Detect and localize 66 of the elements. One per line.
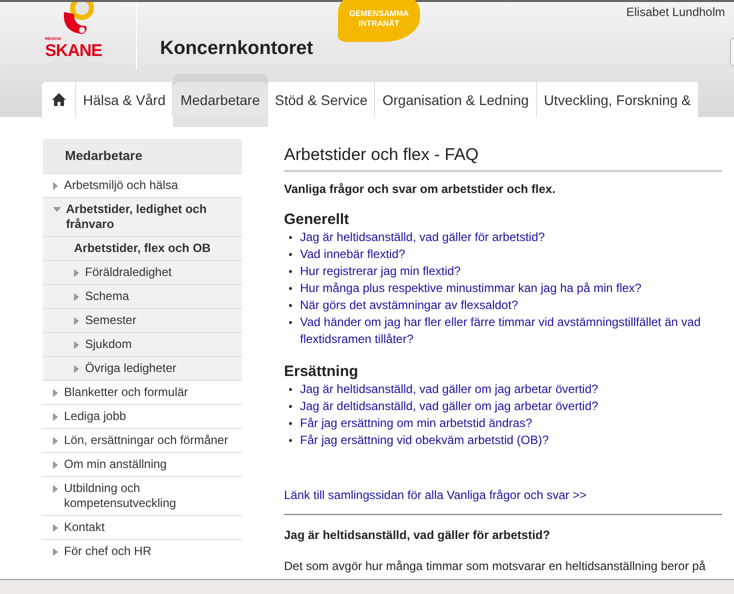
sidebar-subitem[interactable]: Sjukdom (43, 332, 242, 356)
expand-arrow-icon (53, 437, 58, 445)
home-tab[interactable] (42, 82, 76, 117)
expand-arrow-icon (53, 548, 58, 556)
faq-link[interactable]: Hur många plus respektive minustimmar kan jag ha på min flex? (300, 280, 642, 297)
faq-link[interactable]: Jag är heltidsanställd, vad gäller om jag arbetar övertid? (300, 381, 598, 398)
expand-arrow-icon (53, 524, 58, 532)
nav-tab[interactable]: Organisation & Ledning (375, 82, 537, 117)
bullet-icon (289, 270, 292, 273)
faq-link[interactable]: Får jag ersättning vid obekväm arbetstid (OB)? (300, 432, 549, 449)
faq-link[interactable]: När görs det avstämningar av flexsaldot? (300, 297, 518, 314)
nav-tab[interactable]: Hälsa & Vård (76, 82, 174, 117)
site-title: Koncernkontoret (160, 38, 314, 60)
sidebar-item[interactable]: Kontakt (43, 515, 242, 539)
nav-tab[interactable]: Utveckling, Forskning & (536, 82, 699, 117)
expand-arrow-icon (74, 365, 79, 373)
sidebar-subitem[interactable]: Arbetstider, flex och OB (43, 236, 242, 260)
logo-name-text: SKANE (45, 42, 102, 60)
sidebar-subitem[interactable]: Semester (43, 308, 242, 332)
sidebar-subitem[interactable]: Föräldraledighet (43, 260, 242, 284)
bullet-icon (289, 236, 292, 239)
bullet-icon (289, 439, 292, 442)
expand-arrow-icon (74, 293, 79, 301)
bullet-icon (289, 422, 292, 425)
expand-arrow-icon (74, 317, 79, 325)
sidebar-subitem[interactable]: Schema (43, 284, 242, 308)
bullet-icon (289, 287, 292, 290)
sidebar-item[interactable]: För chef och HR (43, 539, 242, 563)
expand-arrow-icon (53, 389, 58, 397)
bullet-icon (289, 321, 292, 324)
section-heading: Generellt (284, 211, 350, 228)
answer-text: Det som avgör hur många timmar som motsvarar en heltidsanställning beror på (284, 559, 707, 573)
bullet-icon (289, 405, 292, 408)
nav-tab[interactable]: Stöd & Service (268, 82, 376, 117)
faq-link[interactable]: Vad innebär flextid? (300, 246, 406, 263)
expand-arrow-icon (74, 341, 79, 349)
answer-heading: Jag är heltidsanställd, vad gäller för arbetstid? (284, 528, 552, 542)
section-heading: Ersättning (284, 363, 360, 380)
sidebar-item[interactable]: Lön, ersättningar och förmåner (43, 428, 242, 452)
speech-bubble-badge: GEMENSAMMA INTRANÄT (338, 0, 420, 42)
expand-arrow-icon (74, 269, 79, 277)
expand-arrow-icon (53, 485, 58, 493)
faq-collection-link[interactable]: Länk till samlingssidan för alla Vanliga frågor och svar >> (284, 488, 587, 502)
expand-arrow-icon (53, 182, 58, 190)
sidebar-item[interactable]: Om min anställning (43, 452, 242, 476)
expand-arrow-icon (53, 461, 58, 469)
user-name[interactable]: Elisabet Lundholm (626, 5, 725, 19)
intro-text: Vanliga frågor och svar om arbetstider och flex. (284, 182, 556, 196)
bullet-icon (289, 388, 292, 391)
sidebar-item[interactable]: Blanketter och formulär (43, 380, 242, 404)
sidebar-item[interactable]: Utbildning och kompetensutveckling (43, 476, 242, 515)
expand-arrow-icon (53, 413, 58, 421)
page-title: Arbetstider och flex - FAQ (284, 145, 722, 172)
faq-link[interactable]: Jag är heltidsanställd, vad gäller för arbetstid? (300, 229, 545, 246)
faq-link[interactable]: Jag är deltidsanställd, vad gäller om jag arbetar övertid? (300, 398, 598, 415)
collapse-arrow-icon (53, 207, 61, 212)
sidebar-heading: Medarbetare (43, 139, 242, 173)
faq-link[interactable]: Vad händer om jag har fler eller färre timmar vid avstämningstillfället än vad flextidsramen tillåter? (300, 314, 722, 348)
home-icon (52, 93, 66, 106)
sidebar-item[interactable]: Lediga jobb (43, 404, 242, 428)
bullet-icon (289, 304, 292, 307)
faq-link[interactable]: Får jag ersättning om min arbetstid ändras? (300, 415, 532, 432)
faq-link[interactable]: Hur registrerar jag min flextid? (300, 263, 461, 280)
sidebar-item[interactable]: Arbetstider, ledighet och frånvaro (43, 197, 242, 236)
sidebar-subitem[interactable]: Övriga ledigheter (43, 356, 242, 380)
bullet-icon (289, 253, 292, 256)
